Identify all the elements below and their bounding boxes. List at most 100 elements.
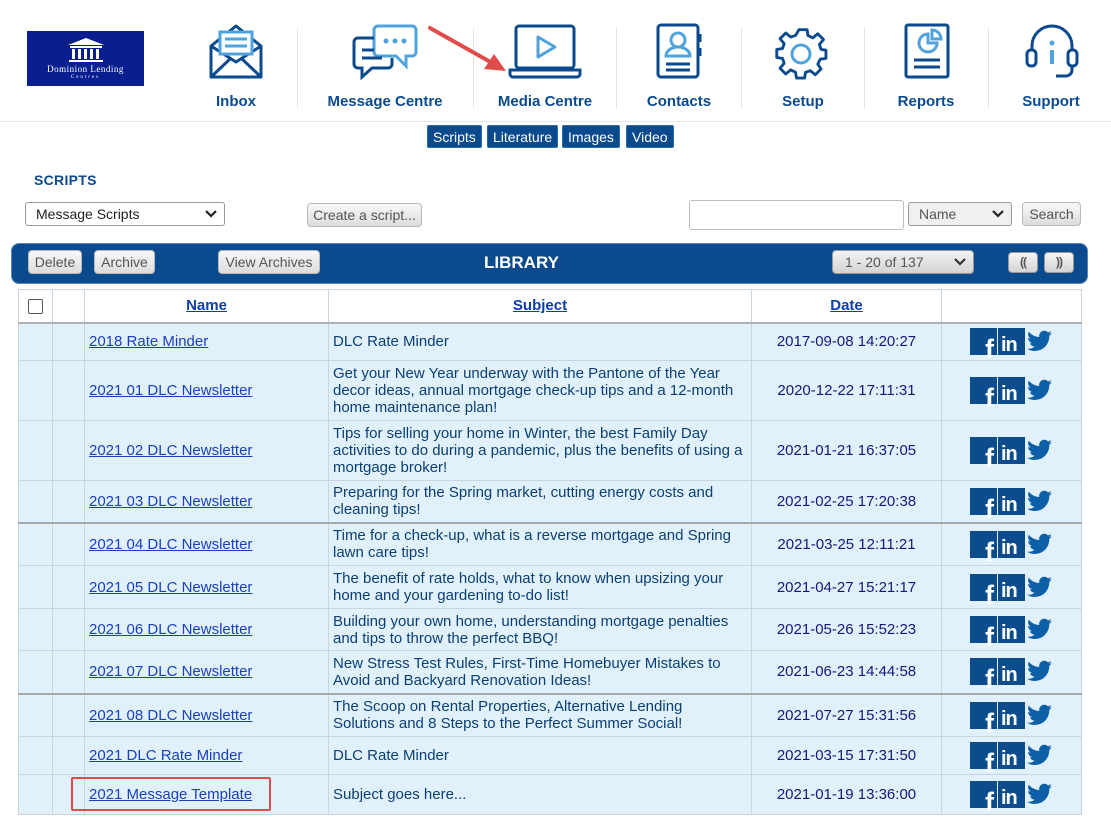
script-type-select[interactable]: Message Scripts: [25, 202, 225, 226]
linkedin-share-icon[interactable]: in: [998, 658, 1025, 686]
nav-support[interactable]: Support: [1014, 20, 1088, 116]
archive-button[interactable]: Archive: [94, 250, 155, 274]
chevron-down-icon: [992, 210, 1004, 218]
date-column-header[interactable]: Date: [751, 289, 942, 324]
row-subject-cell: Subject goes here...: [328, 774, 752, 815]
linkedin-share-icon[interactable]: in: [998, 328, 1025, 356]
row-date-cell: 2021-03-25 12:11:21: [751, 521, 942, 566]
table-row[interactable]: 2021 07 DLC Newsletter New Stress Test Ru…: [18, 650, 1082, 694]
twitter-share-icon[interactable]: [1026, 658, 1053, 685]
row-select-cell[interactable]: [18, 736, 53, 775]
tab-literature[interactable]: Literature: [487, 125, 559, 148]
facebook-share-icon[interactable]: f: [970, 328, 997, 363]
next-page-button[interactable]: )): [1044, 252, 1074, 273]
dominion-lending-logo[interactable]: Dominion Lending Centres: [27, 31, 144, 86]
view-archives-button[interactable]: View Archives: [218, 250, 320, 274]
script-name-link[interactable]: 2021 04 DLC Newsletter: [89, 536, 252, 553]
nav-contacts[interactable]: Contacts: [638, 20, 720, 116]
row-date-cell: 2021-04-27 15:21:17: [751, 565, 942, 609]
row-select-cell[interactable]: [18, 360, 53, 421]
chat-icon: [352, 24, 418, 80]
linkedin-share-icon[interactable]: in: [998, 437, 1025, 464]
linkedin-share-icon[interactable]: in: [998, 742, 1025, 769]
twitter-share-icon[interactable]: [1026, 531, 1053, 558]
facebook-share-icon[interactable]: f: [970, 742, 997, 777]
twitter-share-icon[interactable]: [1026, 488, 1053, 515]
prev-page-button[interactable]: ((: [1008, 252, 1038, 273]
row-select-cell[interactable]: [18, 608, 53, 651]
row-select-cell[interactable]: [18, 774, 53, 815]
row-select-cell[interactable]: [18, 692, 53, 737]
script-name-link[interactable]: 2021 01 DLC Newsletter: [89, 382, 252, 399]
row-select-cell[interactable]: [18, 565, 53, 609]
nav-setup[interactable]: Setup: [767, 20, 839, 116]
delete-button[interactable]: Delete: [28, 250, 82, 274]
table-row[interactable]: 2021 02 DLC Newsletter Tips for selling y…: [18, 420, 1082, 481]
row-select-cell[interactable]: [18, 650, 53, 694]
facebook-share-icon[interactable]: f: [970, 616, 997, 651]
linkedin-share-icon[interactable]: in: [998, 616, 1025, 643]
facebook-share-icon[interactable]: f: [970, 437, 997, 472]
create-script-button[interactable]: Create a script...: [307, 203, 422, 227]
twitter-share-icon[interactable]: [1026, 377, 1053, 404]
row-blank-cell: [52, 480, 85, 523]
facebook-share-icon[interactable]: f: [970, 573, 997, 608]
search-input[interactable]: [689, 200, 904, 230]
table-row[interactable]: 2018 Rate Minder DLC Rate Minder 2017-09-0…: [18, 322, 1082, 363]
row-select-cell[interactable]: [18, 480, 53, 523]
nav-reports[interactable]: Reports: [888, 20, 964, 116]
sort-by-select[interactable]: Name: [908, 202, 1012, 226]
script-name-link[interactable]: 2021 03 DLC Newsletter: [89, 493, 252, 510]
table-row[interactable]: 2021 08 DLC Newsletter The Scoop on Renta…: [18, 692, 1082, 737]
linkedin-share-icon[interactable]: in: [998, 377, 1025, 404]
twitter-share-icon[interactable]: [1026, 702, 1053, 729]
table-row[interactable]: 2021 01 DLC Newsletter Get your New Year …: [18, 360, 1082, 421]
row-select-cell[interactable]: [18, 521, 53, 566]
twitter-share-icon[interactable]: [1026, 616, 1053, 643]
linkedin-share-icon[interactable]: in: [998, 487, 1025, 515]
twitter-share-icon[interactable]: [1026, 437, 1053, 464]
nav-media-centre-label: Media Centre: [497, 93, 593, 110]
twitter-share-icon[interactable]: [1026, 574, 1053, 601]
twitter-share-icon[interactable]: [1026, 328, 1053, 355]
facebook-share-icon[interactable]: f: [970, 530, 997, 565]
script-name-link[interactable]: 2021 06 DLC Newsletter: [89, 621, 252, 638]
linkedin-share-icon[interactable]: in: [998, 701, 1025, 729]
script-name-link[interactable]: 2021 02 DLC Newsletter: [89, 442, 252, 459]
facebook-share-icon[interactable]: f: [970, 487, 997, 522]
row-name-cell: 2021 04 DLC Newsletter: [84, 521, 329, 566]
tab-images[interactable]: Images: [562, 125, 620, 148]
table-row[interactable]: 2021 03 DLC Newsletter Preparing for the …: [18, 480, 1082, 523]
table-row[interactable]: 2021 04 DLC Newsletter Time for a check-u…: [18, 521, 1082, 566]
nav-message-centre-label: Message Centre: [327, 93, 443, 110]
row-subject-cell: Get your New Year underway with the Pant…: [328, 360, 752, 421]
facebook-share-icon[interactable]: f: [970, 701, 997, 736]
script-name-link[interactable]: 2021 08 DLC Newsletter: [89, 707, 252, 724]
table-row[interactable]: 2021 05 DLC Newsletter The benefit of rat…: [18, 565, 1082, 609]
nav-support-label: Support: [1022, 93, 1080, 110]
name-column-header[interactable]: Name: [84, 289, 329, 324]
subject-column-header[interactable]: Subject: [328, 289, 752, 324]
row-select-cell[interactable]: [18, 322, 53, 361]
twitter-share-icon[interactable]: [1026, 781, 1053, 808]
facebook-share-icon[interactable]: f: [970, 377, 997, 412]
script-name-link[interactable]: 2018 Rate Minder: [89, 333, 208, 350]
twitter-share-icon[interactable]: [1026, 742, 1053, 769]
select-all-checkbox[interactable]: [28, 298, 43, 314]
tab-scripts[interactable]: Scripts: [427, 125, 482, 148]
row-select-cell[interactable]: [18, 420, 53, 481]
linkedin-share-icon[interactable]: in: [998, 530, 1025, 558]
table-row[interactable]: 2021 06 DLC Newsletter Building your own …: [18, 608, 1082, 651]
linkedin-share-icon[interactable]: in: [998, 781, 1025, 808]
table-row[interactable]: 2021 DLC Rate Minder DLC Rate Minder 2021-…: [18, 736, 1082, 777]
linkedin-share-icon[interactable]: in: [998, 573, 1025, 601]
script-name-link[interactable]: 2021 05 DLC Newsletter: [89, 579, 252, 596]
tab-video[interactable]: Video: [626, 125, 674, 148]
script-name-link[interactable]: 2021 07 DLC Newsletter: [89, 663, 252, 680]
page-range-select[interactable]: 1 - 20 of 137: [832, 250, 974, 274]
facebook-share-icon[interactable]: f: [970, 658, 997, 693]
facebook-share-icon[interactable]: f: [970, 781, 997, 816]
script-name-link[interactable]: 2021 DLC Rate Minder: [89, 747, 242, 764]
search-button[interactable]: Search: [1022, 202, 1081, 226]
nav-inbox[interactable]: Inbox: [196, 20, 276, 116]
